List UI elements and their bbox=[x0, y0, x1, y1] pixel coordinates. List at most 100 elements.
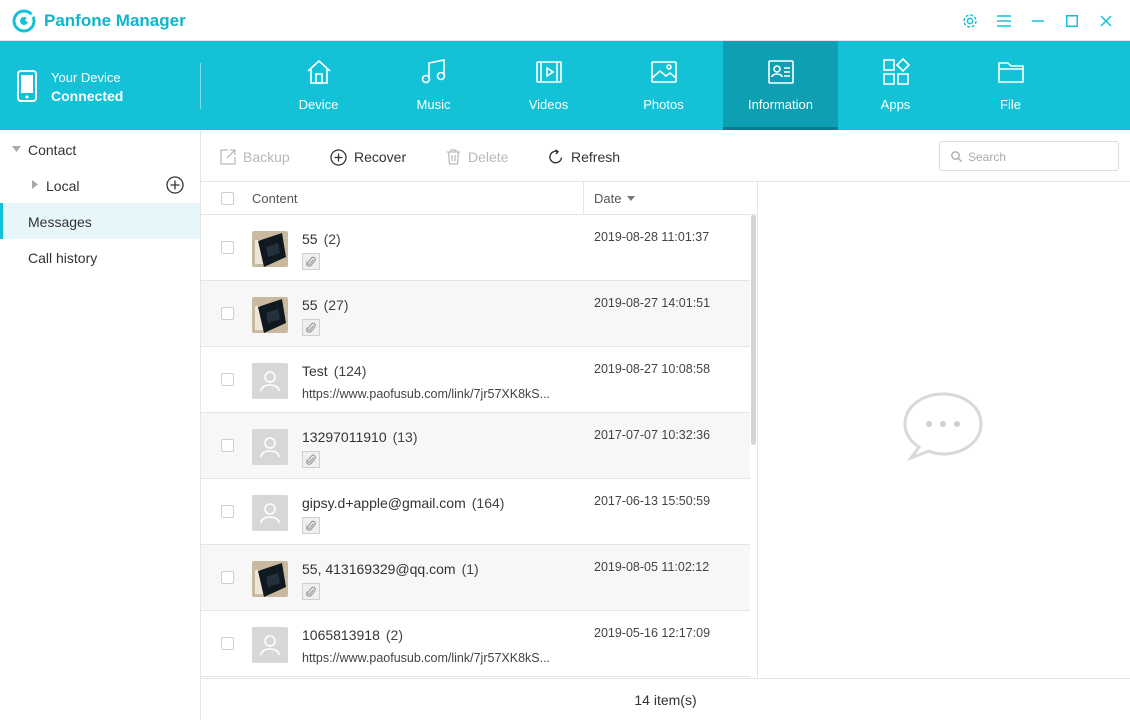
contact-name: gipsy.d+apple@gmail.com bbox=[302, 495, 466, 511]
tab-file[interactable]: File bbox=[953, 41, 1068, 130]
minimize-icon[interactable] bbox=[1028, 11, 1048, 31]
refresh-button[interactable]: Refresh bbox=[548, 147, 620, 167]
tab-music[interactable]: Music bbox=[376, 41, 491, 130]
video-icon bbox=[536, 61, 562, 83]
tab-information[interactable]: Information bbox=[723, 41, 838, 130]
attachment-icon bbox=[302, 319, 320, 336]
app-title: Panfone Manager bbox=[44, 11, 186, 30]
sidebar-item-label: Local bbox=[46, 178, 80, 194]
nav-divider bbox=[200, 63, 201, 109]
avatar bbox=[252, 627, 288, 663]
delete-label: Delete bbox=[468, 149, 509, 165]
toolbar: Backup Recover Delete Refresh bbox=[201, 130, 1130, 182]
search-box[interactable] bbox=[939, 141, 1119, 171]
message-date: 2019-05-16 12:17:09 bbox=[594, 626, 711, 640]
attachment-icon bbox=[302, 451, 320, 468]
avatar bbox=[252, 363, 288, 399]
tab-device[interactable]: Device bbox=[261, 41, 376, 130]
tab-label: Apps bbox=[880, 97, 911, 112]
tab-photos[interactable]: Photos bbox=[606, 41, 721, 130]
message-detail-panel bbox=[758, 182, 1130, 679]
row-checkbox[interactable] bbox=[221, 571, 234, 584]
message-contact: 55 (27) bbox=[302, 297, 348, 313]
tab-label: Device bbox=[298, 97, 339, 112]
backup-button[interactable]: Backup bbox=[220, 147, 290, 167]
recover-label: Recover bbox=[354, 149, 407, 165]
sidebar-item-call-history[interactable]: Call history bbox=[0, 239, 200, 275]
sidebar-item-messages[interactable]: Messages bbox=[0, 203, 200, 239]
row-checkbox[interactable] bbox=[221, 439, 234, 452]
phone-icon bbox=[17, 70, 37, 102]
sort-down-icon bbox=[627, 196, 636, 201]
add-circle-icon[interactable] bbox=[166, 176, 184, 194]
maximize-icon[interactable] bbox=[1062, 11, 1082, 31]
tab-videos[interactable]: Videos bbox=[491, 41, 606, 130]
message-date: 2019-08-28 11:01:37 bbox=[594, 230, 710, 244]
row-checkbox[interactable] bbox=[221, 307, 234, 320]
sidebar: Contact Local Messages Call history bbox=[0, 130, 201, 720]
item-count: 14 item(s) bbox=[634, 692, 697, 708]
contact-card-icon bbox=[768, 60, 794, 84]
content-column-header: Content bbox=[252, 191, 298, 206]
column-divider bbox=[583, 182, 584, 215]
message-list: 55 (2) 2019-08-28 11:01:37 55 (27) 2019-08… bbox=[201, 215, 757, 678]
export-icon bbox=[220, 149, 236, 165]
list-header: Content Date bbox=[201, 182, 757, 215]
table-row[interactable]: gipsy.d+apple@gmail.com (164) 2017-06-13 … bbox=[201, 479, 751, 545]
folder-icon bbox=[998, 62, 1024, 83]
list-scrollbar[interactable] bbox=[750, 215, 757, 678]
close-icon[interactable] bbox=[1096, 11, 1116, 31]
top-navigation: Your Device Connected Device Music Video… bbox=[0, 41, 1130, 130]
refresh-icon bbox=[549, 149, 563, 164]
message-count: (2) bbox=[323, 231, 341, 247]
message-contact: 55, 413169329@qq.com (1) bbox=[302, 561, 479, 577]
title-bar: Panfone Manager bbox=[0, 0, 1130, 41]
table-row[interactable]: Test (124) https://www.paofusub.com/link/… bbox=[201, 347, 751, 413]
message-contact: 1065813918 (2) bbox=[302, 627, 403, 643]
message-date: 2019-08-27 10:08:58 bbox=[594, 362, 711, 376]
gear-icon[interactable] bbox=[960, 11, 980, 31]
backup-label: Backup bbox=[243, 149, 290, 165]
row-checkbox[interactable] bbox=[221, 637, 234, 650]
add-circle-icon bbox=[330, 148, 347, 166]
message-date: 2019-08-27 14:01:51 bbox=[594, 296, 711, 310]
search-input[interactable] bbox=[968, 148, 1113, 166]
row-checkbox[interactable] bbox=[221, 373, 234, 386]
select-all-checkbox[interactable] bbox=[221, 192, 234, 205]
contact-name: 1065813918 bbox=[302, 627, 380, 643]
contact-name: 13297011910 bbox=[302, 429, 387, 445]
message-count: (27) bbox=[323, 297, 349, 313]
device-status-text: Connected bbox=[51, 88, 124, 104]
table-row[interactable]: 55 (2) 2019-08-28 11:01:37 bbox=[201, 215, 751, 281]
tab-label: Information bbox=[747, 97, 814, 112]
device-status: Your Device Connected bbox=[0, 41, 200, 130]
message-date: 2017-06-13 15:50:59 bbox=[594, 494, 711, 508]
message-count: (1) bbox=[461, 561, 479, 577]
menu-icon[interactable] bbox=[994, 11, 1014, 31]
contact-name: 55, 413169329@qq.com bbox=[302, 561, 456, 577]
date-column-label: Date bbox=[594, 191, 622, 206]
sidebar-item-contact[interactable]: Contact bbox=[0, 131, 200, 167]
tab-label: Videos bbox=[528, 97, 569, 112]
sidebar-item-local[interactable]: Local bbox=[0, 167, 200, 203]
message-thumbnail bbox=[252, 231, 288, 267]
date-column-header[interactable]: Date bbox=[594, 191, 636, 206]
caret-down-icon bbox=[12, 146, 21, 152]
avatar bbox=[252, 495, 288, 531]
message-count: (124) bbox=[333, 363, 367, 379]
row-checkbox[interactable] bbox=[221, 505, 234, 518]
music-icon bbox=[421, 59, 446, 84]
table-row[interactable]: 55 (27) 2019-08-27 14:01:51 bbox=[201, 281, 751, 347]
table-row[interactable]: 1065813918 (2) https://www.paofusub.com/l… bbox=[201, 611, 751, 677]
delete-button[interactable]: Delete bbox=[446, 147, 508, 167]
tab-apps[interactable]: Apps bbox=[838, 41, 953, 130]
attachment-icon bbox=[302, 517, 320, 534]
table-row[interactable]: 55, 413169329@qq.com (1) 2019-08-05 11:02… bbox=[201, 545, 751, 611]
message-date: 2017-07-07 10:32:36 bbox=[594, 428, 711, 442]
row-checkbox[interactable] bbox=[221, 241, 234, 254]
table-row[interactable]: 13297011910 (13) 2017-07-07 10:32:36 bbox=[201, 413, 751, 479]
scrollbar-thumb[interactable] bbox=[751, 215, 756, 445]
attachment-icon bbox=[302, 583, 320, 600]
attachment-icon bbox=[302, 253, 320, 270]
recover-button[interactable]: Recover bbox=[330, 147, 406, 167]
